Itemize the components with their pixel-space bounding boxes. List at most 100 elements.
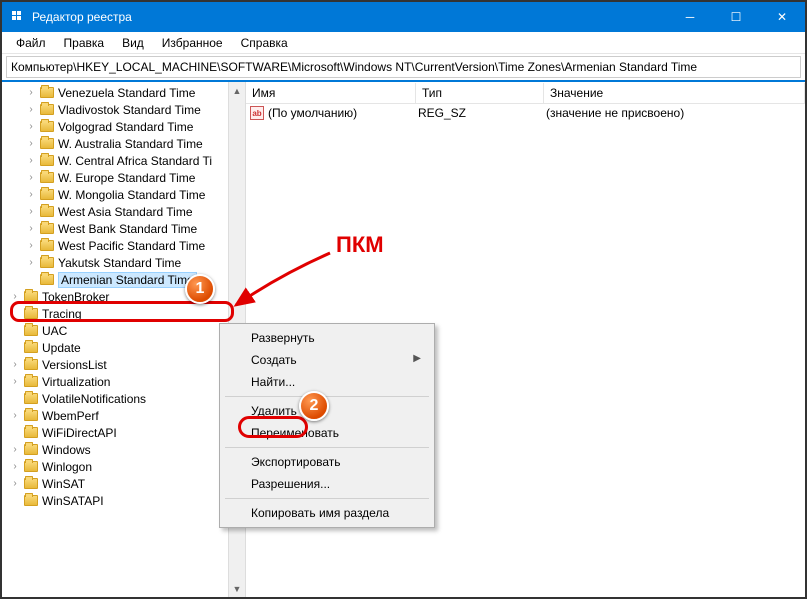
scroll-up-button[interactable]: ▲ [229, 82, 245, 99]
address-bar[interactable]: Компьютер\HKEY_LOCAL_MACHINE\SOFTWARE\Mi… [6, 56, 801, 78]
annotation-label-pkm: ПКМ [336, 232, 384, 258]
ctx-permissions[interactable]: Разрешения... [223, 473, 431, 495]
maximize-button[interactable]: ☐ [713, 2, 759, 32]
tree-item[interactable]: Update [2, 339, 245, 356]
ctx-expand[interactable]: Развернуть [223, 327, 431, 349]
tree-item-label: UAC [42, 324, 67, 338]
tree-item[interactable]: WinSATAPI [2, 492, 245, 509]
tree-item-label: VersionsList [42, 358, 107, 372]
expand-icon[interactable]: › [26, 87, 36, 98]
expand-icon[interactable]: › [26, 155, 36, 166]
expand-icon[interactable]: › [26, 172, 36, 183]
tree-item[interactable]: ›West Bank Standard Time [2, 220, 245, 237]
tree-item-label: West Pacific Standard Time [58, 239, 205, 253]
tree-item[interactable]: UAC [2, 322, 245, 339]
scroll-down-button[interactable]: ▼ [229, 580, 245, 597]
expand-icon[interactable]: › [26, 189, 36, 200]
folder-icon [40, 172, 54, 183]
tree-item-label: Armenian Standard Time [58, 272, 197, 288]
ctx-rename[interactable]: Переименовать [223, 422, 431, 444]
tree-item[interactable]: WiFiDirectAPI [2, 424, 245, 441]
expand-icon[interactable]: › [10, 444, 20, 455]
tree-item-label: Vladivostok Standard Time [58, 103, 201, 117]
context-menu: Развернуть Создать▶ Найти... Удалить Пер… [219, 323, 435, 528]
folder-icon [24, 427, 38, 438]
tree-item-label: Tracing [42, 307, 82, 321]
list-header[interactable]: Имя Тип Значение [246, 82, 805, 104]
tree-item[interactable]: › Vladivostok Standard Time [2, 101, 245, 118]
expand-icon[interactable]: › [10, 461, 20, 472]
expand-icon[interactable]: › [26, 223, 36, 234]
expand-icon[interactable]: › [26, 257, 36, 268]
tree-item[interactable]: › Windows [2, 441, 245, 458]
tree-item[interactable]: › Yakutsk Standard Time [2, 254, 245, 271]
tree-item-label: Yakutsk Standard Time [58, 256, 181, 270]
col-type[interactable]: Тип [416, 83, 544, 103]
ctx-export[interactable]: Экспортировать [223, 451, 431, 473]
expand-icon[interactable]: › [26, 138, 36, 149]
close-button[interactable]: ✕ [759, 2, 805, 32]
tree-item[interactable]: › WbemPerf [2, 407, 245, 424]
tree-item[interactable]: › W. Europe Standard Time [2, 169, 245, 186]
titlebar[interactable]: Редактор реестра ─ ☐ ✕ [2, 2, 805, 32]
expand-icon[interactable]: › [10, 291, 20, 302]
tree-item-label: Winlogon [42, 460, 92, 474]
tree-item[interactable]: › VersionsList [2, 356, 245, 373]
expand-icon[interactable]: › [10, 376, 20, 387]
tree-item-label: Virtualization [42, 375, 110, 389]
expand-icon[interactable]: › [10, 359, 20, 370]
col-value[interactable]: Значение [544, 83, 805, 103]
folder-icon [24, 376, 38, 387]
annotation-badge-2: 2 [299, 391, 329, 421]
tree-item[interactable]: › Winlogon [2, 458, 245, 475]
ctx-copy-key[interactable]: Копировать имя раздела [223, 502, 431, 524]
expand-icon[interactable]: › [10, 410, 20, 421]
folder-icon [24, 342, 38, 353]
tree-item[interactable]: Tracing [2, 305, 245, 322]
tree-item[interactable]: › W. Central Africa Standard Ti [2, 152, 245, 169]
tree-item[interactable]: ›W. Australia Standard Time [2, 135, 245, 152]
tree-item[interactable]: › West Pacific Standard Time [2, 237, 245, 254]
tree-panel[interactable]: ›Venezuela Standard Time›Vladivostok Sta… [2, 82, 246, 597]
folder-icon [24, 359, 38, 370]
folder-icon [40, 189, 54, 200]
expand-icon[interactable]: › [10, 478, 20, 489]
folder-icon [40, 138, 54, 149]
folder-icon [24, 478, 38, 489]
ctx-find[interactable]: Найти... [223, 371, 431, 393]
expand-icon[interactable]: › [26, 240, 36, 251]
menu-favorites[interactable]: Избранное [154, 34, 231, 52]
folder-icon [40, 104, 54, 115]
cell-type: REG_SZ [418, 106, 546, 120]
tree-item-label: Windows [42, 443, 91, 457]
menubar: Файл Правка Вид Избранное Справка [2, 32, 805, 54]
tree-item[interactable]: › Virtualization [2, 373, 245, 390]
minimize-button[interactable]: ─ [667, 2, 713, 32]
col-name[interactable]: Имя [246, 83, 416, 103]
menu-file[interactable]: Файл [8, 34, 54, 52]
folder-icon [24, 393, 38, 404]
tree-item-label: WbemPerf [42, 409, 99, 423]
expand-icon[interactable]: › [26, 121, 36, 132]
tree-item-label: TokenBroker [42, 290, 109, 304]
expand-icon[interactable]: › [26, 104, 36, 115]
tree-item-label: W. Europe Standard Time [58, 171, 195, 185]
submenu-arrow-icon: ▶ [413, 353, 421, 364]
tree-item[interactable]: ›WinSAT [2, 475, 245, 492]
tree-item[interactable]: ›W. Mongolia Standard Time [2, 186, 245, 203]
tree-item[interactable]: ›Venezuela Standard Time [2, 84, 245, 101]
tree-item-label: West Asia Standard Time [58, 205, 193, 219]
tree-item[interactable]: VolatileNotifications [2, 390, 245, 407]
menu-help[interactable]: Справка [233, 34, 296, 52]
tree-item-label: W. Central Africa Standard Ti [58, 154, 212, 168]
tree-item[interactable]: ›Volgograd Standard Time [2, 118, 245, 135]
menu-separator [225, 447, 429, 448]
folder-icon [40, 87, 54, 98]
ctx-new[interactable]: Создать▶ [223, 349, 431, 371]
tree-item[interactable]: › West Asia Standard Time [2, 203, 245, 220]
list-row[interactable]: ab (По умолчанию) REG_SZ (значение не пр… [246, 104, 805, 122]
menu-view[interactable]: Вид [114, 34, 152, 52]
menu-edit[interactable]: Правка [56, 34, 113, 52]
folder-icon [24, 495, 38, 506]
expand-icon[interactable]: › [26, 206, 36, 217]
